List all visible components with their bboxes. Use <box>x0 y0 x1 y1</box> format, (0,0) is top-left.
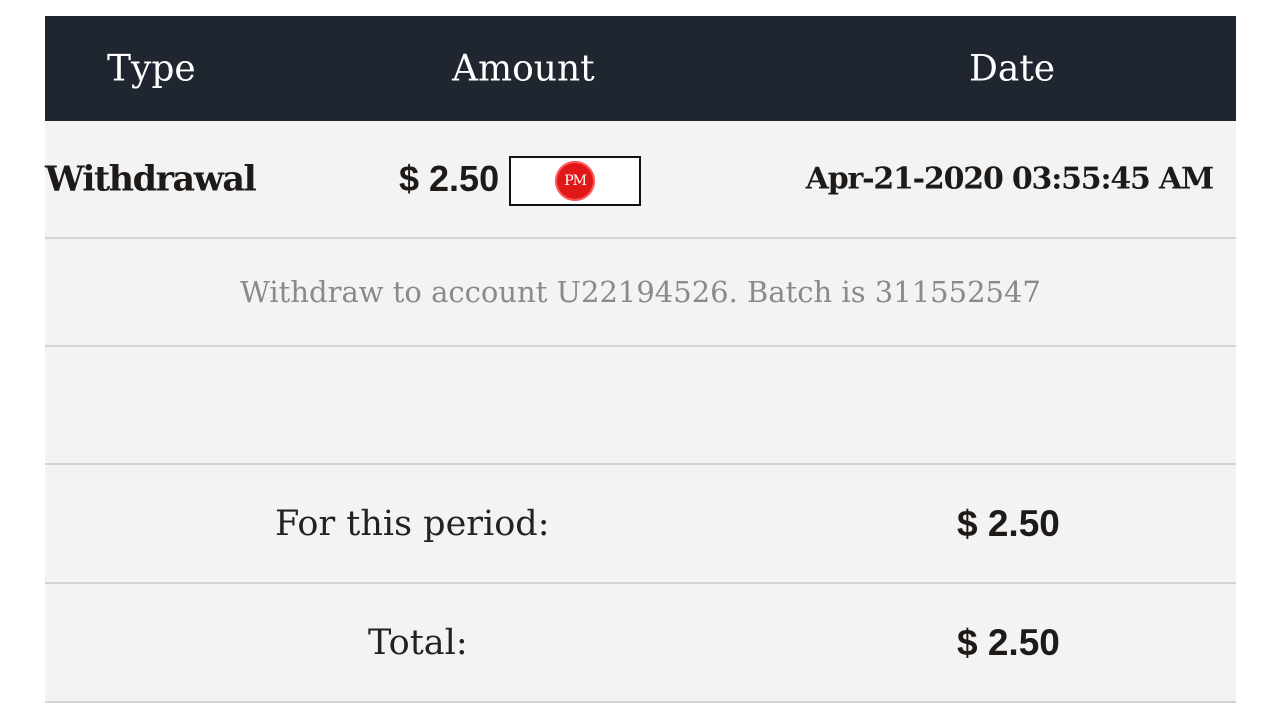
table-header: Type Amount Date <box>45 16 1236 121</box>
period-summary-row: For this period: $ 2.50 <box>45 465 1236 584</box>
transaction-description-row: Withdraw to account U22194526. Batch is … <box>45 239 1236 347</box>
total-summary-row: Total: $ 2.50 <box>45 584 1236 703</box>
header-type: Type <box>107 48 196 89</box>
table-row: Withdrawal $ 2.50 PM Apr-21-2020 03:55:4… <box>45 121 1236 239</box>
transaction-description: Withdraw to account U22194526. Batch is … <box>240 275 1041 309</box>
transaction-type: Withdrawal <box>45 158 257 200</box>
header-amount: Amount <box>452 48 595 89</box>
transactions-table: Type Amount Date Withdrawal $ 2.50 PM Ap… <box>45 16 1236 703</box>
transaction-amount: $ 2.50 <box>399 158 500 199</box>
period-value: $ 2.50 <box>957 502 1060 544</box>
perfect-money-logo-icon: PM <box>555 161 596 201</box>
empty-row <box>45 347 1236 465</box>
transaction-amount-cell: $ 2.50 PM <box>399 152 642 206</box>
period-label: For this period: <box>275 503 550 544</box>
transaction-date: Apr-21-2020 03:55:45 AM <box>805 161 1215 197</box>
payment-method-badge: PM <box>509 156 642 206</box>
header-date: Date <box>969 48 1056 89</box>
total-value: $ 2.50 <box>957 621 1060 663</box>
total-label: Total: <box>368 622 468 663</box>
